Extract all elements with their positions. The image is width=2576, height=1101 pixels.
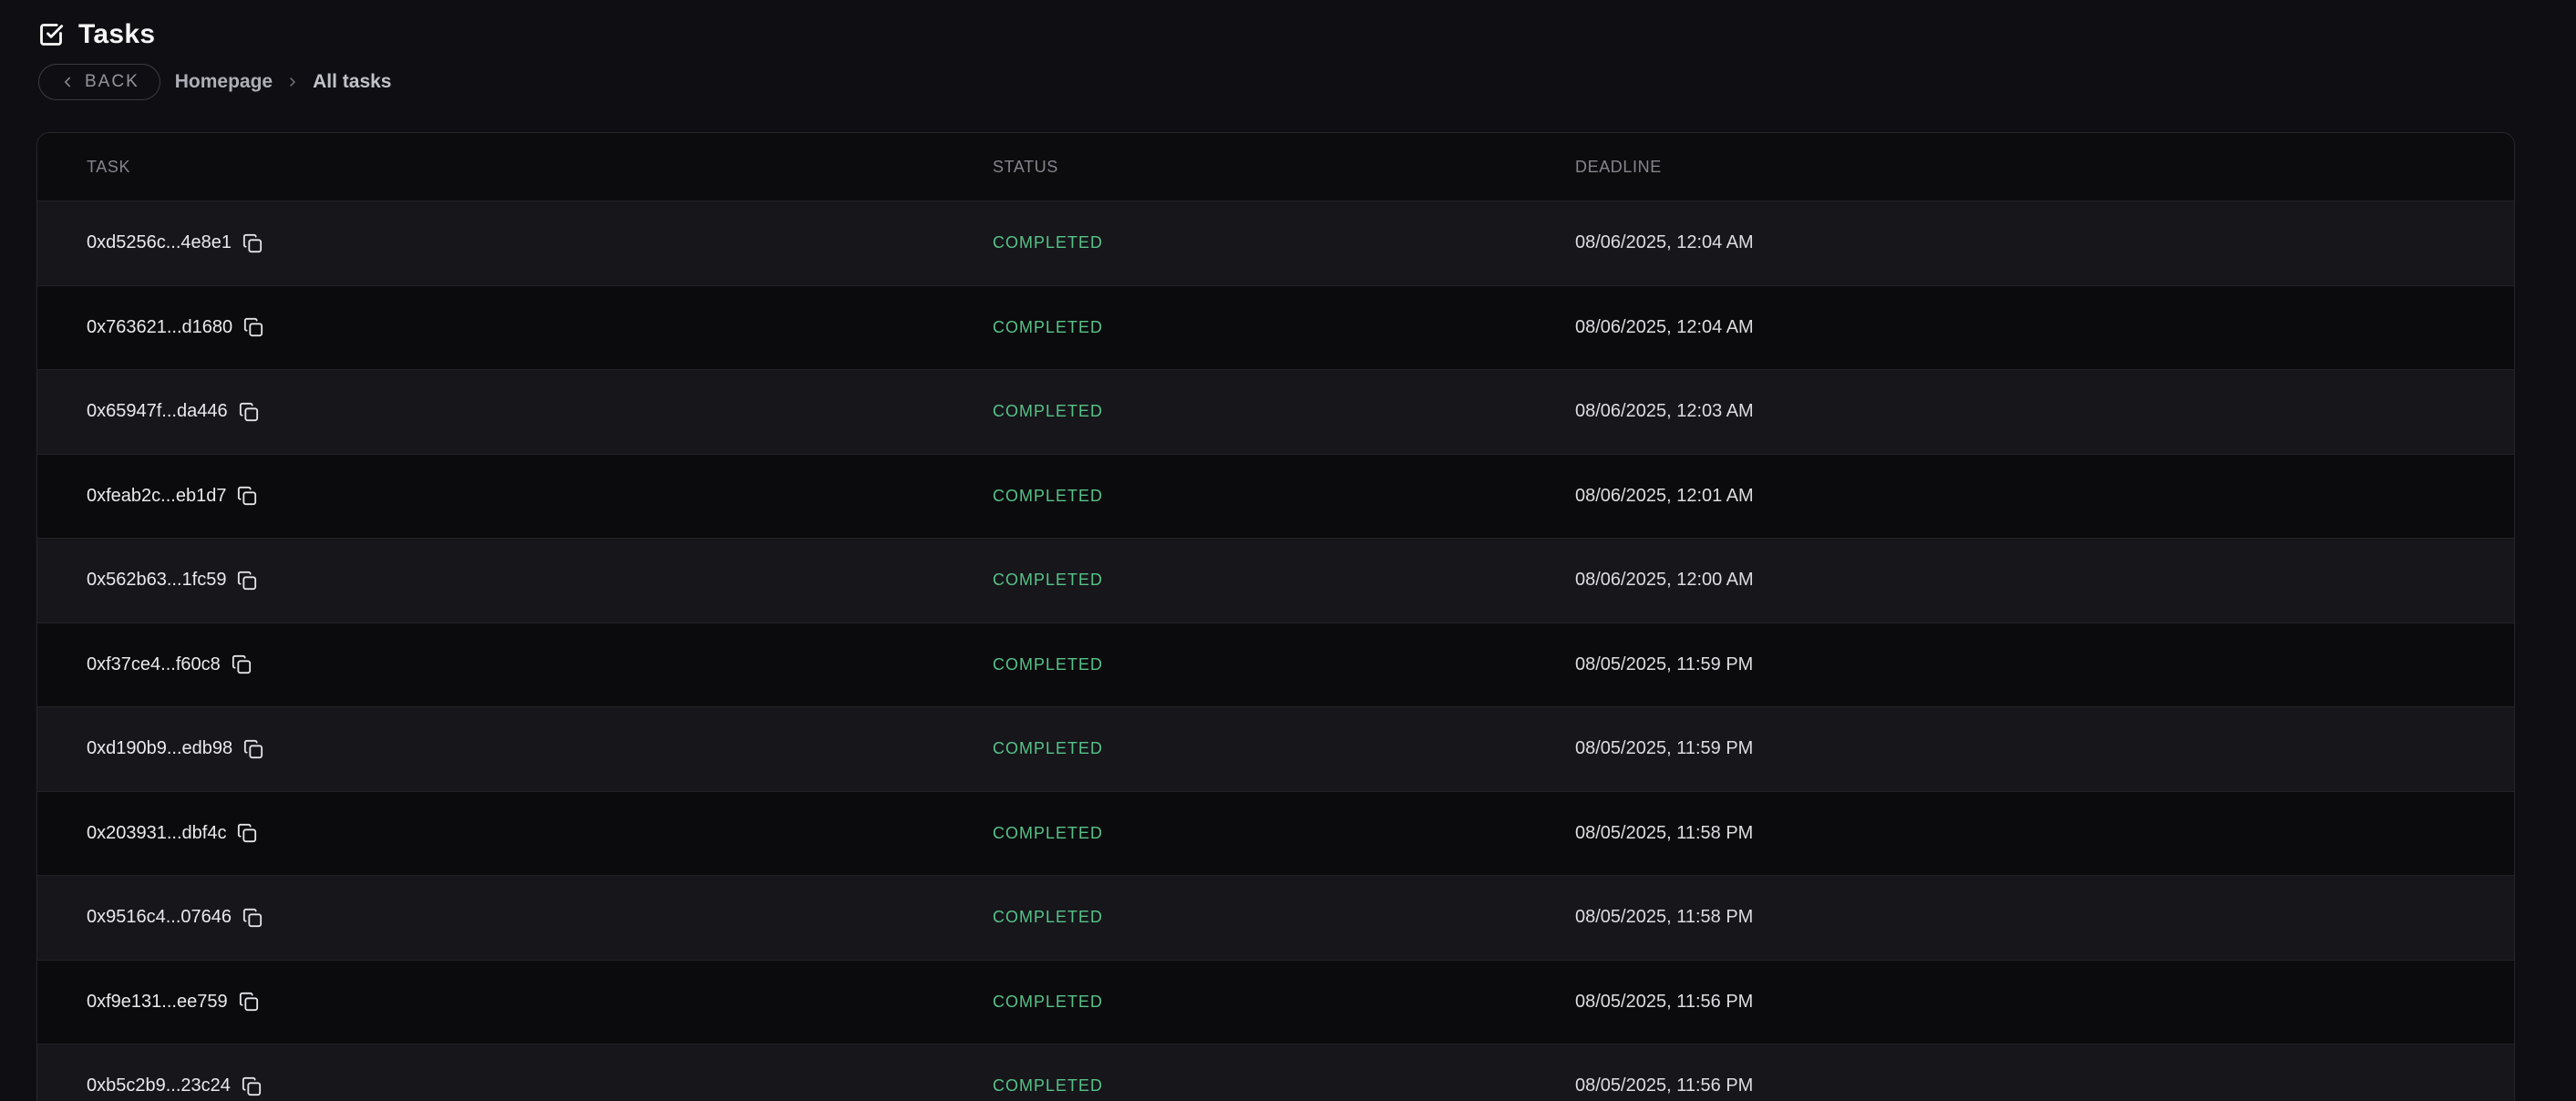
breadcrumb: Homepage All tasks	[175, 71, 392, 93]
copy-icon[interactable]	[242, 908, 263, 928]
status-badge: COMPLETED	[993, 655, 1575, 674]
deadline-text: 08/06/2025, 12:03 AM	[1575, 401, 2514, 422]
task-id: 0x562b63...1fc59	[87, 570, 226, 591]
copy-icon[interactable]	[239, 992, 259, 1012]
table-body: 0xd5256c...4e8e1 COMPLETED 08/06/2025, 1…	[37, 201, 2514, 1101]
task-id: 0xfeab2c...eb1d7	[87, 486, 226, 507]
deadline-text: 08/06/2025, 12:04 AM	[1575, 317, 2514, 338]
column-header-deadline: DEADLINE	[1575, 158, 2514, 177]
task-cell: 0xb5c2b9...23c24	[37, 1075, 993, 1096]
copy-icon[interactable]	[237, 571, 257, 591]
task-id: 0x65947f...da446	[87, 401, 228, 422]
page-title: Tasks	[78, 19, 155, 50]
task-cell: 0x562b63...1fc59	[37, 570, 993, 591]
task-id: 0xf37ce4...f60c8	[87, 654, 221, 675]
deadline-text: 08/05/2025, 11:56 PM	[1575, 1075, 2514, 1096]
copy-icon[interactable]	[243, 317, 263, 337]
back-button-label: BACK	[85, 72, 139, 92]
deadline-text: 08/05/2025, 11:58 PM	[1575, 907, 2514, 928]
task-cell: 0xfeab2c...eb1d7	[37, 486, 993, 507]
deadline-text: 08/05/2025, 11:56 PM	[1575, 992, 2514, 1013]
table-row[interactable]: 0xf9e131...ee759 COMPLETED 08/05/2025, 1…	[37, 960, 2514, 1044]
column-header-status: STATUS	[993, 158, 1575, 177]
deadline-text: 08/06/2025, 12:04 AM	[1575, 232, 2514, 253]
task-cell: 0x763621...d1680	[37, 317, 993, 338]
table-row[interactable]: 0x65947f...da446 COMPLETED 08/06/2025, 1…	[37, 369, 2514, 454]
deadline-text: 08/05/2025, 11:59 PM	[1575, 654, 2514, 675]
status-badge: COMPLETED	[993, 402, 1575, 421]
task-cell: 0xd190b9...edb98	[37, 738, 993, 759]
table-row[interactable]: 0x203931...dbf4c COMPLETED 08/05/2025, 1…	[37, 791, 2514, 876]
table-row[interactable]: 0xfeab2c...eb1d7 COMPLETED 08/06/2025, 1…	[37, 454, 2514, 539]
task-cell: 0xf9e131...ee759	[37, 992, 993, 1013]
task-id: 0xd190b9...edb98	[87, 738, 232, 759]
chevron-left-icon	[59, 74, 76, 90]
table-row[interactable]: 0x9516c4...07646 COMPLETED 08/05/2025, 1…	[37, 875, 2514, 960]
status-badge: COMPLETED	[993, 1076, 1575, 1096]
deadline-text: 08/06/2025, 12:00 AM	[1575, 570, 2514, 591]
deadline-text: 08/06/2025, 12:01 AM	[1575, 486, 2514, 507]
page-header: Tasks BACK Homepage All tasks	[0, 0, 2576, 100]
task-id: 0xb5c2b9...23c24	[87, 1075, 231, 1096]
column-header-task: TASK	[37, 158, 993, 177]
copy-icon[interactable]	[242, 233, 263, 253]
status-badge: COMPLETED	[993, 993, 1575, 1012]
square-check-icon	[38, 22, 64, 47]
task-id: 0x9516c4...07646	[87, 907, 232, 928]
table-row[interactable]: 0x562b63...1fc59 COMPLETED 08/06/2025, 1…	[37, 538, 2514, 623]
copy-icon[interactable]	[237, 486, 257, 506]
task-id: 0x763621...d1680	[87, 317, 232, 338]
status-badge: COMPLETED	[993, 233, 1575, 252]
task-cell: 0xd5256c...4e8e1	[37, 232, 993, 253]
table-row[interactable]: 0xd5256c...4e8e1 COMPLETED 08/06/2025, 1…	[37, 201, 2514, 285]
table-row[interactable]: 0xd190b9...edb98 COMPLETED 08/05/2025, 1…	[37, 706, 2514, 791]
table-row[interactable]: 0x763621...d1680 COMPLETED 08/06/2025, 1…	[37, 285, 2514, 370]
task-cell: 0xf37ce4...f60c8	[37, 654, 993, 675]
task-cell: 0x65947f...da446	[37, 401, 993, 422]
copy-icon[interactable]	[243, 739, 263, 759]
copy-icon[interactable]	[239, 402, 259, 422]
status-badge: COMPLETED	[993, 908, 1575, 927]
table-header-row: TASK STATUS DEADLINE	[37, 133, 2514, 201]
task-id: 0xf9e131...ee759	[87, 992, 228, 1013]
status-badge: COMPLETED	[993, 318, 1575, 337]
tasks-table: TASK STATUS DEADLINE 0xd5256c...4e8e1 CO…	[36, 132, 2515, 1101]
deadline-text: 08/05/2025, 11:59 PM	[1575, 738, 2514, 759]
copy-icon[interactable]	[232, 654, 252, 674]
status-badge: COMPLETED	[993, 824, 1575, 843]
task-cell: 0x203931...dbf4c	[37, 823, 993, 844]
status-badge: COMPLETED	[993, 487, 1575, 506]
nav-row: BACK Homepage All tasks	[38, 64, 2576, 100]
table-row[interactable]: 0xb5c2b9...23c24 COMPLETED 08/05/2025, 1…	[37, 1044, 2514, 1101]
task-cell: 0x9516c4...07646	[37, 907, 993, 928]
task-id: 0x203931...dbf4c	[87, 823, 226, 844]
chevron-right-icon	[285, 75, 300, 89]
title-row: Tasks	[38, 15, 2576, 55]
breadcrumb-item-homepage[interactable]: Homepage	[175, 71, 273, 93]
status-badge: COMPLETED	[993, 571, 1575, 590]
breadcrumb-item-all-tasks[interactable]: All tasks	[313, 71, 391, 93]
task-id: 0xd5256c...4e8e1	[87, 232, 232, 253]
copy-icon[interactable]	[242, 1076, 262, 1096]
copy-icon[interactable]	[237, 823, 257, 843]
deadline-text: 08/05/2025, 11:58 PM	[1575, 823, 2514, 844]
back-button[interactable]: BACK	[38, 64, 160, 100]
table-row[interactable]: 0xf37ce4...f60c8 COMPLETED 08/05/2025, 1…	[37, 623, 2514, 707]
status-badge: COMPLETED	[993, 739, 1575, 758]
